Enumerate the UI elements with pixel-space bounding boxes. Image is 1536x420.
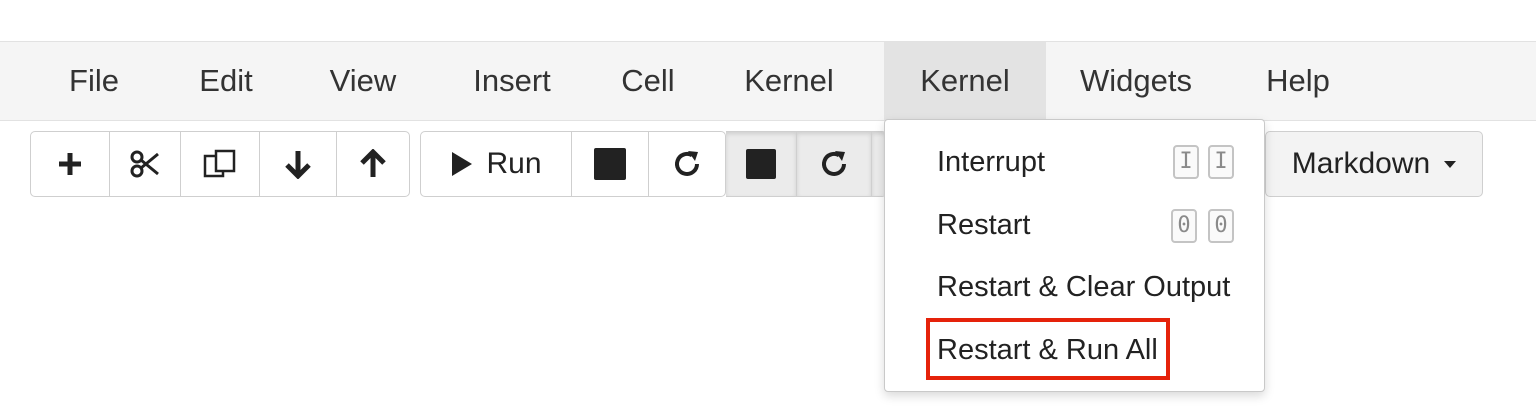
move-up-button[interactable] — [337, 132, 409, 196]
cell-type-select[interactable]: Markdown — [1265, 131, 1483, 197]
shortcut-key: 0 — [1171, 209, 1197, 243]
edit-toolbar-group — [30, 131, 410, 197]
menu-widgets[interactable]: Widgets — [1058, 42, 1214, 120]
restart-kernel-button[interactable] — [649, 132, 725, 196]
move-down-button[interactable] — [260, 132, 337, 196]
scissors-icon — [130, 150, 160, 178]
play-icon — [450, 150, 474, 178]
run-button-label: Run — [486, 147, 542, 180]
kernel-dropdown-menu: Interrupt I I Restart 0 0 Restart & Clea… — [884, 119, 1265, 392]
interrupt-kernel-button[interactable] — [726, 132, 797, 196]
kernel-toolbar-group — [726, 131, 887, 197]
arrow-down-icon — [284, 149, 312, 179]
stop-icon — [594, 148, 626, 180]
menu-cell[interactable]: Cell — [604, 42, 692, 120]
menu-kernel-open[interactable]: Kernel — [884, 42, 1046, 120]
menu-item-restart-clear-output[interactable]: Restart & Clear Output — [937, 271, 1230, 304]
menu-item-restart[interactable]: Restart — [937, 209, 1030, 242]
menu-edit[interactable]: Edit — [176, 42, 276, 120]
menu-view[interactable]: View — [308, 42, 418, 120]
stop-icon — [746, 149, 776, 179]
chevron-down-icon — [1444, 160, 1457, 168]
restart-icon — [672, 149, 702, 179]
shortcut-key: 0 — [1208, 209, 1234, 243]
menu-insert[interactable]: Insert — [452, 42, 572, 120]
cell-type-value: Markdown — [1291, 147, 1431, 180]
menu-help[interactable]: Help — [1246, 42, 1350, 120]
menu-kernel[interactable]: Kernel — [722, 42, 856, 120]
run-toolbar-group: Run — [420, 131, 726, 197]
arrow-up-icon — [359, 149, 387, 179]
menu-item-restart-run-all[interactable]: Restart & Run All — [937, 334, 1158, 367]
shortcut-key: I — [1173, 145, 1199, 179]
cut-button[interactable] — [110, 132, 181, 196]
run-button[interactable]: Run — [421, 132, 572, 196]
menu-item-interrupt[interactable]: Interrupt — [937, 146, 1045, 179]
restart-kernel-button-2[interactable] — [797, 132, 872, 196]
menu-file[interactable]: File — [44, 42, 144, 120]
restart-icon — [819, 149, 849, 179]
copy-button[interactable] — [181, 132, 260, 196]
insert-cell-button[interactable] — [31, 132, 110, 196]
interrupt-button[interactable] — [572, 132, 649, 196]
plus-icon — [57, 151, 83, 177]
shortcut-key: I — [1208, 145, 1234, 179]
copy-icon — [203, 148, 237, 180]
menubar: File Edit View Insert Cell Kernel Kernel… — [0, 41, 1536, 121]
